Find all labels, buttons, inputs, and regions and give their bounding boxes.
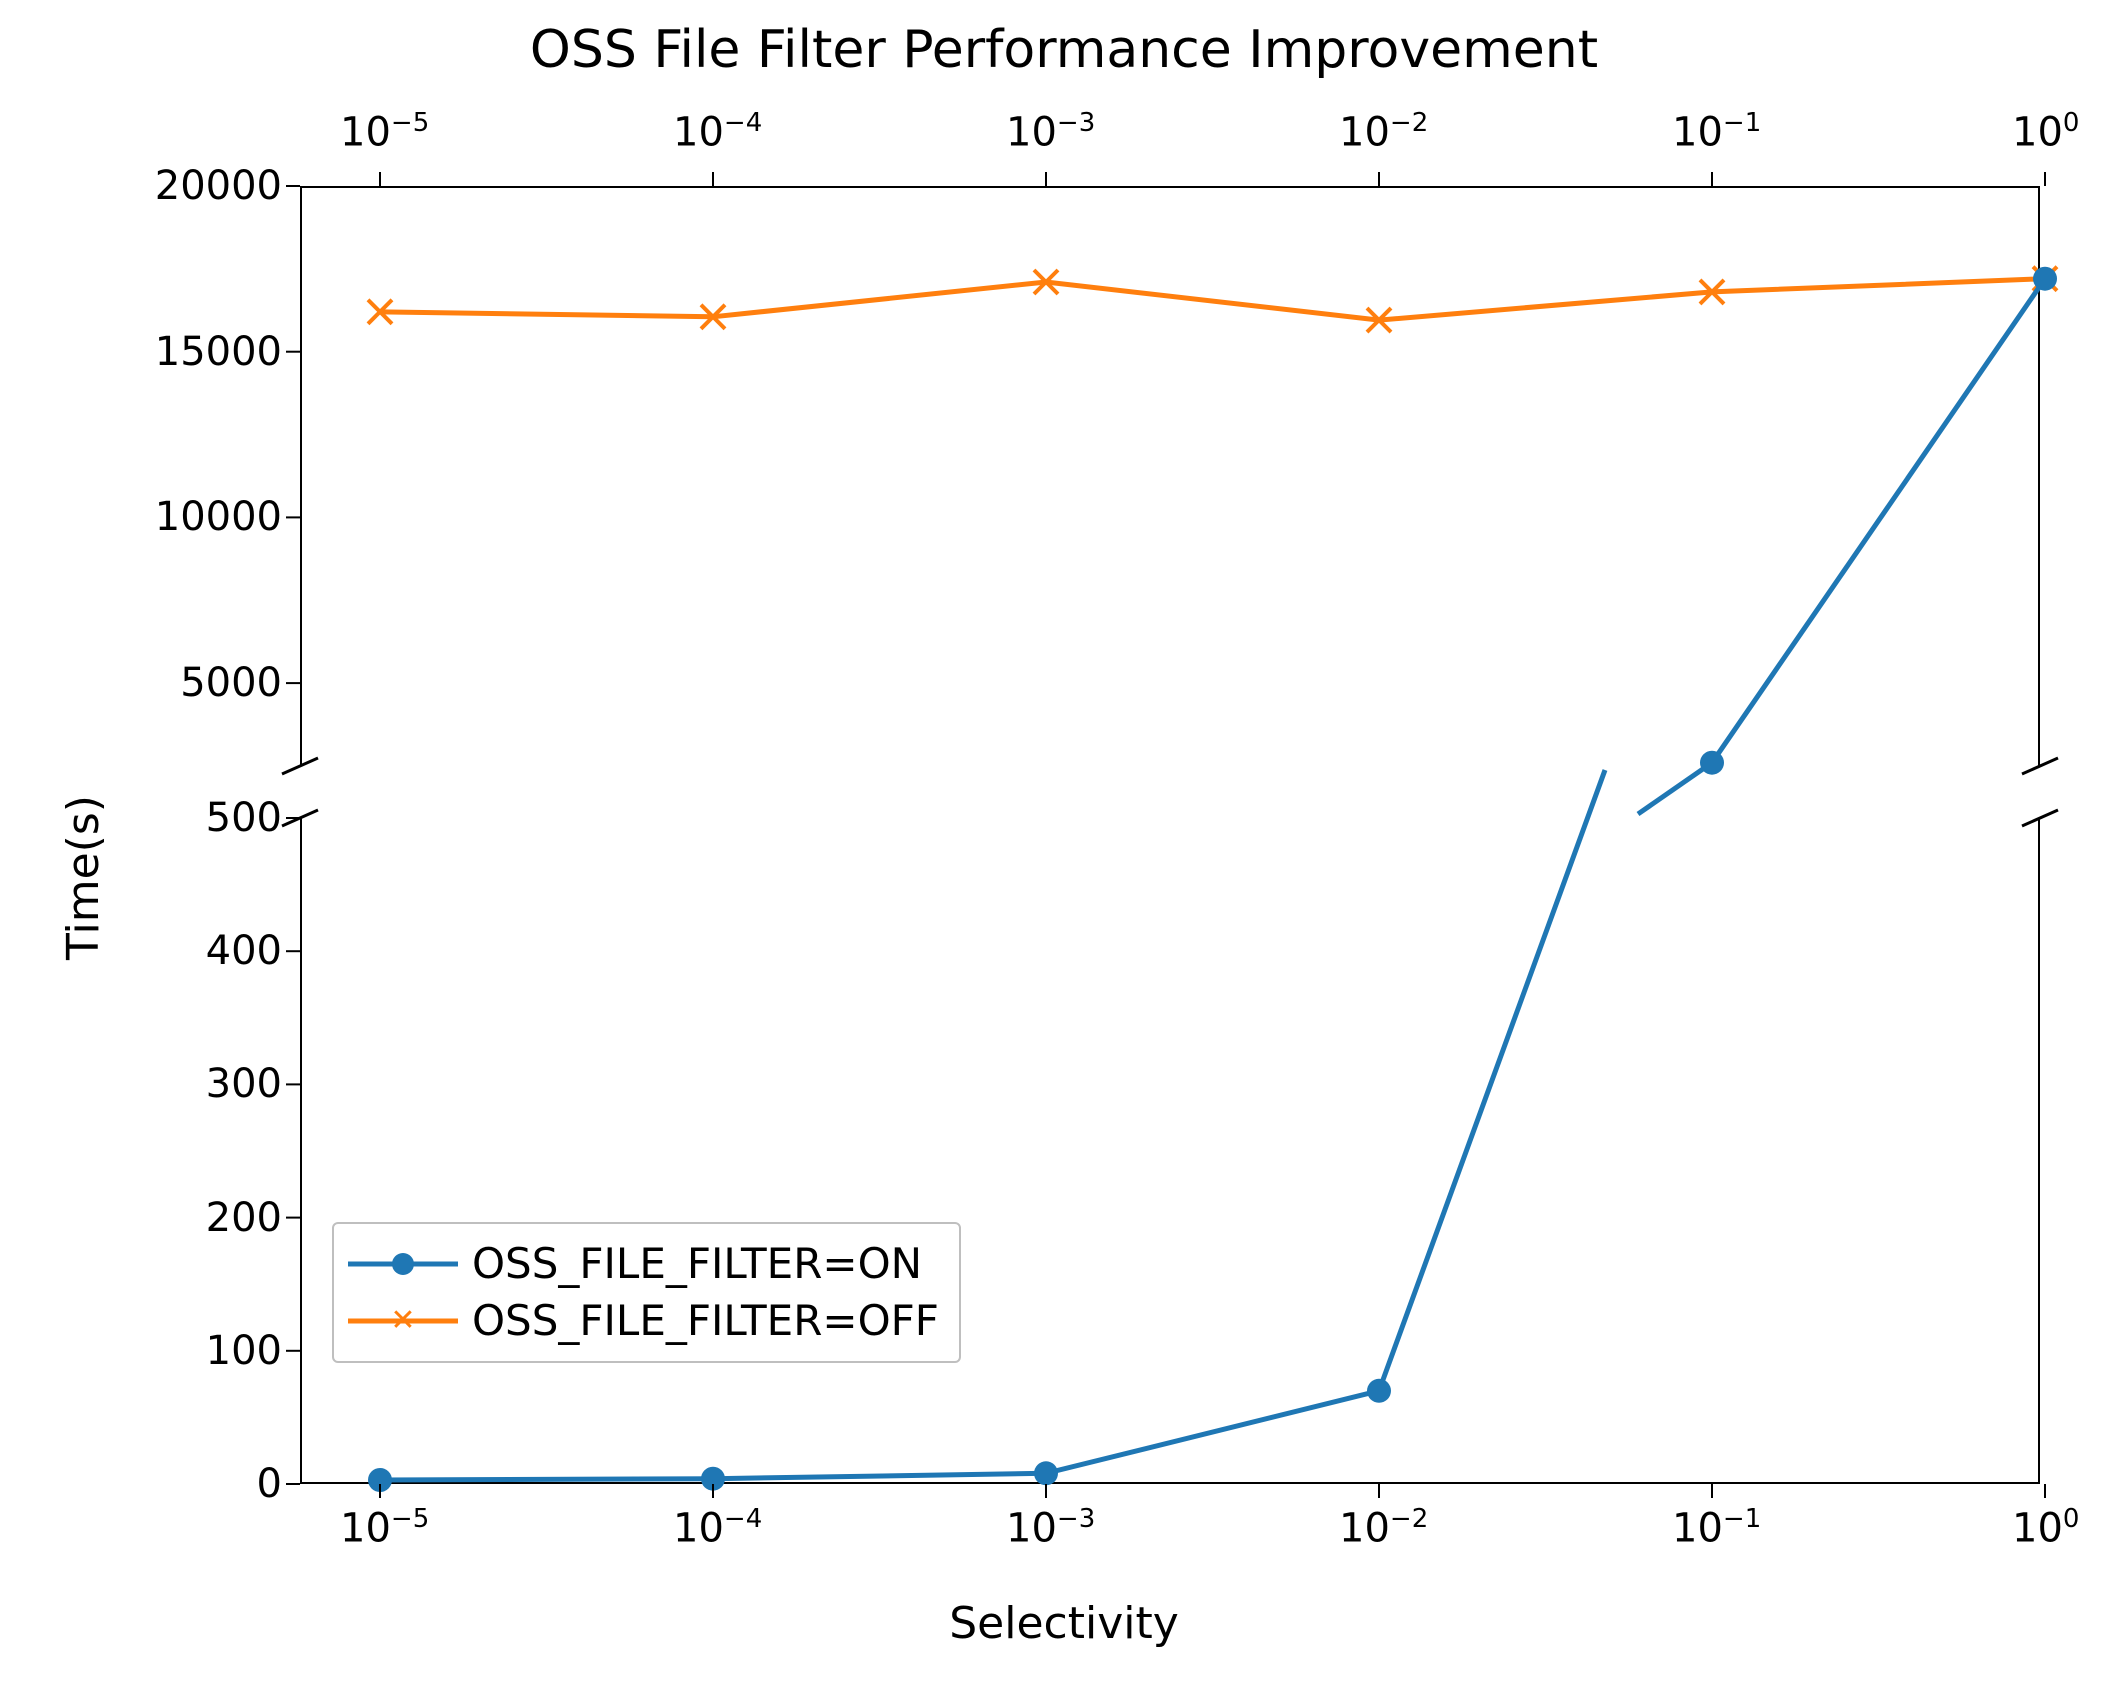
y-tick-upper-0: 5000 bbox=[142, 660, 282, 706]
y-tick-upper-3: 20000 bbox=[142, 163, 282, 209]
x-tick-top-1: 10−4 bbox=[673, 108, 762, 155]
y-tick-upper-2: 15000 bbox=[142, 329, 282, 375]
legend-entry-off: ✕ OSS_FILE_FILTER=OFF bbox=[348, 1293, 939, 1350]
x-tick-bottom-2: 10−3 bbox=[1006, 1504, 1095, 1551]
x-tick-top-5: 100 bbox=[2012, 108, 2079, 155]
y-tick-lower-3: 300 bbox=[142, 1061, 282, 1107]
y-tick-lower-0: 0 bbox=[142, 1461, 282, 1507]
series-on-line-lower bbox=[380, 1391, 1379, 1480]
y-tick-lower-4: 400 bbox=[142, 928, 282, 974]
legend-swatch-off: ✕ bbox=[348, 1301, 458, 1341]
y-ticks-lower bbox=[286, 818, 300, 1484]
circle-marker-icon bbox=[392, 1253, 414, 1275]
chart-container: OSS File Filter Performance Improvement … bbox=[0, 0, 2128, 1686]
series-off-line bbox=[380, 279, 2045, 320]
x-tick-bottom-4: 10−1 bbox=[1672, 1504, 1761, 1551]
x-tick-bottom-0: 10−5 bbox=[340, 1504, 429, 1551]
legend-label-off: OSS_FILE_FILTER=OFF bbox=[472, 1293, 939, 1350]
x-tick-top-4: 10−1 bbox=[1672, 108, 1761, 155]
x-marker-icon: ✕ bbox=[390, 1306, 415, 1336]
x-tick-bottom-5: 100 bbox=[2012, 1504, 2079, 1551]
x-tick-top-2: 10−3 bbox=[1006, 108, 1095, 155]
y-tick-lower-1: 100 bbox=[142, 1328, 282, 1374]
x-tick-bottom-3: 10−2 bbox=[1339, 1504, 1428, 1551]
x-tick-top-0: 10−5 bbox=[340, 108, 429, 155]
x-tick-top-3: 10−2 bbox=[1339, 108, 1428, 155]
x-ticks-top bbox=[380, 172, 2045, 186]
x-tick-bottom-1: 10−4 bbox=[673, 1504, 762, 1551]
y-tick-upper-1: 10000 bbox=[142, 494, 282, 540]
legend: OSS_FILE_FILTER=ON ✕ OSS_FILE_FILTER=OFF bbox=[332, 1222, 961, 1363]
y-tick-lower-2: 200 bbox=[142, 1195, 282, 1241]
plot-svg bbox=[0, 0, 2128, 1686]
legend-swatch-on bbox=[348, 1244, 458, 1284]
y-ticks-upper bbox=[286, 186, 300, 683]
x-ticks-bottom bbox=[380, 1484, 2045, 1498]
legend-entry-on: OSS_FILE_FILTER=ON bbox=[348, 1236, 939, 1293]
legend-label-on: OSS_FILE_FILTER=ON bbox=[472, 1236, 922, 1293]
y-tick-lower-5: 500 bbox=[142, 795, 282, 841]
